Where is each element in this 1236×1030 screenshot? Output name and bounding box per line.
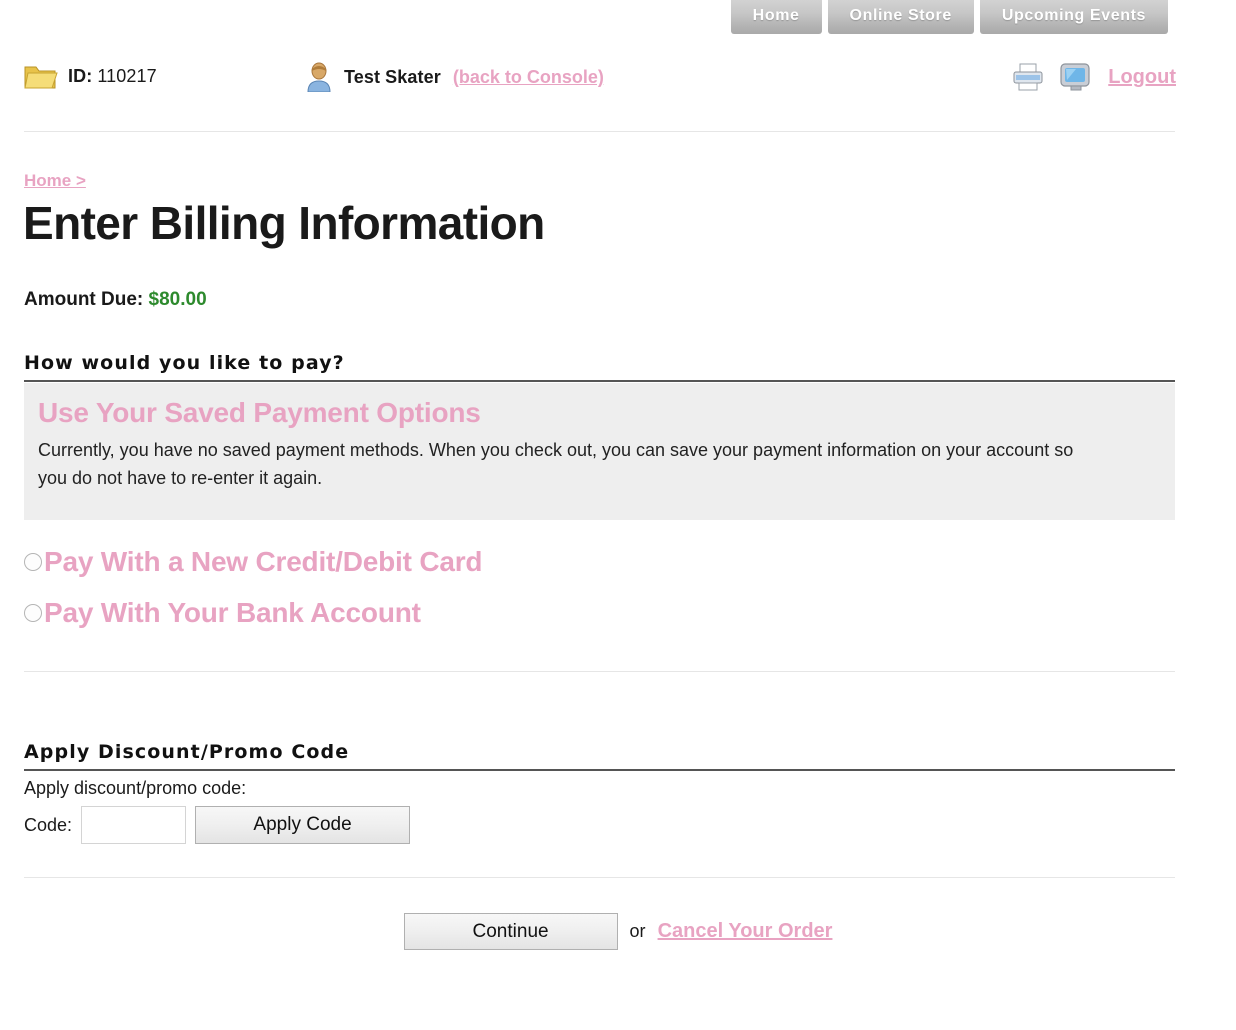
amount-due-value: $80.00 [148,289,207,310]
id-value: 110217 [97,65,157,86]
breadcrumb[interactable]: Home > [24,171,86,191]
cancel-order-link[interactable]: Cancel Your Order [658,920,833,943]
payment-option-new-card[interactable]: Pay With a New Credit/Debit Card [24,546,483,578]
saved-payment-options-box: Use Your Saved Payment Options Currently… [24,383,1175,520]
logout-link[interactable]: Logout [1108,66,1176,89]
saved-payment-title: Use Your Saved Payment Options [38,397,481,428]
user-name: Test Skater [344,66,441,87]
nav-upcoming-events[interactable]: Upcoming Events [979,0,1168,34]
payment-option-bank-account[interactable]: Pay With Your Bank Account [24,597,421,629]
section-divider-payment [24,671,1175,672]
monitor-icon[interactable] [1058,61,1094,93]
person-icon [306,62,332,92]
section-divider-footer [24,877,1175,878]
header-divider [24,131,1175,132]
promo-code-input[interactable] [81,806,187,844]
amount-due-label: Amount Due: [24,289,144,310]
promo-section-heading: Apply Discount/Promo Code [24,741,1175,771]
back-to-console-link[interactable]: (back to Console) [453,67,604,88]
radio-new-card[interactable] [24,553,42,571]
promo-code-label: Code: [24,814,73,835]
account-id-group: ID: 110217 [24,62,157,90]
user-bar: ID: 110217 Test Skater (back to Console) [0,58,1236,106]
payment-option-new-card-label[interactable]: Pay With a New Credit/Debit Card [44,546,483,578]
apply-code-button[interactable]: Apply Code [195,806,411,844]
nav-home[interactable]: Home [730,0,822,34]
folder-icon [24,62,58,90]
user-identity-group: Test Skater (back to Console) [306,62,604,92]
continue-button[interactable]: Continue [403,913,618,950]
promo-code-row: Code: Apply Code [24,806,411,844]
footer-actions: Continue or Cancel Your Order [0,913,1236,950]
page-title: Enter Billing Information [23,197,545,249]
promo-subtext: Apply discount/promo code: [24,778,247,798]
amount-due: Amount Due: $80.00 [24,289,207,311]
or-text: or [629,921,646,941]
payment-section-heading: How would you like to pay? [24,352,1175,382]
header-actions: Logout [1012,61,1176,93]
radio-bank-account[interactable] [24,604,42,622]
top-navigation: Home Online Store Upcoming Events [730,0,1168,34]
payment-option-bank-account-label[interactable]: Pay With Your Bank Account [44,597,421,629]
id-label: ID: [68,65,93,86]
saved-payment-message: Currently, you have no saved payment met… [38,440,1074,488]
printer-icon[interactable] [1012,62,1044,92]
nav-online-store[interactable]: Online Store [827,0,974,34]
account-id-text: ID: 110217 [68,66,157,87]
